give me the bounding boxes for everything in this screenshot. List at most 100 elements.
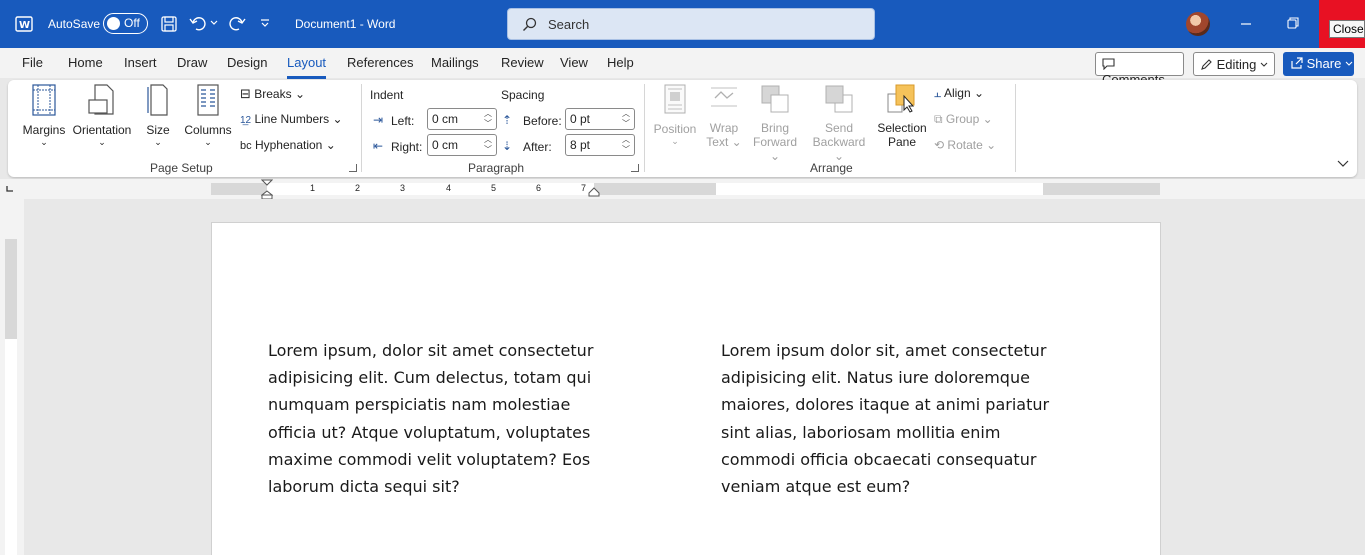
margins-label: Margins — [22, 123, 66, 137]
undo-dropdown-icon[interactable] — [210, 20, 218, 26]
chevron-down-icon — [1345, 61, 1353, 66]
hyphenation-button[interactable]: bc Hyphenation ⌄ — [240, 138, 336, 152]
tab-selector-icon[interactable] — [6, 185, 14, 193]
indent-right-value: 0 cm — [432, 138, 459, 152]
bring-forward-label-2: Forward — [752, 135, 797, 149]
undo-icon[interactable] — [188, 14, 208, 34]
align-button[interactable]: ⫠ Align ⌄ — [934, 86, 984, 101]
selection-pane-icon — [887, 84, 915, 113]
send-backward-label-2: Backward — [812, 135, 866, 149]
text-column-2[interactable]: Lorem ipsum dolor sit, amet consectetur … — [721, 337, 1051, 500]
ruler-margin-top — [5, 239, 17, 339]
ruler-number: 5 — [491, 183, 497, 193]
user-avatar[interactable] — [1186, 12, 1210, 36]
hyphenation-label: Hyphenation — [254, 138, 323, 152]
editing-mode-button[interactable]: Editing — [1193, 52, 1275, 76]
breaks-button[interactable]: ⊟ Breaks ⌄ — [240, 86, 305, 102]
spinner-icon[interactable]: ︿ ﹀ — [622, 135, 630, 155]
redo-icon[interactable] — [227, 14, 247, 34]
indent-right-input[interactable]: 0 cm ︿ ﹀ — [427, 134, 497, 156]
save-icon[interactable] — [160, 15, 178, 33]
tab-help[interactable]: Help — [607, 55, 634, 70]
title-bar: W AutoSave Off Document1 - Word Search C… — [0, 0, 1365, 48]
bring-forward-button[interactable]: Bring Forward ⌄ — [748, 84, 802, 163]
indent-left-value: 0 cm — [432, 112, 459, 126]
separator — [361, 84, 362, 172]
send-backward-icon — [825, 85, 853, 113]
tab-draw[interactable]: Draw — [177, 55, 207, 70]
paragraph-launcher-icon[interactable] — [631, 164, 639, 172]
separator — [644, 84, 645, 172]
collapse-ribbon-icon[interactable] — [1337, 160, 1349, 168]
ruler-margin-right — [1043, 183, 1160, 195]
size-label: Size — [146, 123, 170, 137]
editing-label: Editing — [1216, 57, 1257, 72]
customize-toolbar-icon[interactable] — [260, 19, 270, 27]
spacing-before-input[interactable]: 0 pt ︿ ﹀ — [565, 108, 635, 130]
columns-button[interactable]: Columns ⌄ — [180, 84, 236, 156]
ruler-text-area — [5, 339, 17, 555]
ruler-margin-left — [211, 183, 267, 195]
send-backward-button[interactable]: Send Backward ⌄ — [806, 84, 872, 163]
horizontal-ruler[interactable]: 1 2 3 4 5 6 7 — [0, 179, 1365, 199]
tab-insert[interactable]: Insert — [124, 55, 157, 70]
margins-icon — [32, 84, 56, 116]
right-indent-marker-icon[interactable] — [588, 187, 600, 197]
rotate-icon: ⟲ — [934, 138, 945, 152]
spinner-icon[interactable]: ︿ ﹀ — [622, 109, 630, 129]
spacing-after-label: After: — [523, 140, 552, 154]
vertical-ruler[interactable] — [0, 199, 24, 555]
orientation-icon — [88, 84, 114, 115]
tab-references[interactable]: References — [347, 55, 413, 70]
document-title: Document1 - Word — [295, 17, 396, 31]
ribbon-layout: Margins ⌄ Orientation ⌄ Size ⌄ Columns ⌄… — [8, 80, 1357, 177]
spacing-after-icon: ⇣ — [502, 139, 513, 153]
chevron-down-icon — [1260, 62, 1268, 67]
rotate-button[interactable]: ⟲ Rotate ⌄ — [934, 138, 996, 152]
orientation-button[interactable]: Orientation ⌄ — [70, 84, 134, 156]
indent-marker-icon[interactable] — [261, 179, 273, 199]
size-button[interactable]: Size ⌄ — [138, 84, 178, 156]
line-numbers-button[interactable]: 1̲2 Line Numbers ⌄ — [240, 112, 343, 126]
tab-review[interactable]: Review — [501, 55, 544, 70]
spinner-icon[interactable]: ︿ ﹀ — [484, 109, 492, 129]
group-icon: ⧉ — [934, 112, 943, 126]
wrap-text-label-1: Wrap — [709, 121, 739, 135]
wrap-text-button[interactable]: Wrap Text ⌄ — [702, 84, 746, 149]
hyphenation-icon: bc — [240, 140, 252, 152]
indent-right-label: Right: — [391, 140, 423, 154]
search-box[interactable]: Search — [507, 8, 875, 40]
autosave-label: AutoSave — [48, 17, 101, 31]
group-button[interactable]: ⧉ Group ⌄ — [934, 112, 993, 127]
spacing-after-input[interactable]: 8 pt ︿ ﹀ — [565, 134, 635, 156]
indent-left-input[interactable]: 0 cm ︿ ﹀ — [427, 108, 497, 130]
comments-button[interactable]: Comments — [1095, 52, 1184, 87]
autosave-toggle[interactable]: Off — [103, 13, 148, 34]
tab-layout[interactable]: Layout — [287, 55, 327, 79]
position-button[interactable]: Position ⌄ — [650, 84, 700, 147]
selection-pane-button[interactable]: Selection Pane — [874, 84, 930, 149]
document-page[interactable]: Lorem ipsum, dolor sit amet consectetur … — [211, 222, 1161, 555]
restore-icon[interactable] — [1287, 17, 1299, 29]
text-column-1[interactable]: Lorem ipsum, dolor sit amet consectetur … — [268, 337, 598, 500]
arrange-group-label: Arrange — [810, 161, 853, 175]
ruler-column-1 — [267, 183, 594, 195]
spinner-icon[interactable]: ︿ ﹀ — [484, 135, 492, 155]
ruler-column-gap — [594, 183, 716, 195]
share-button[interactable]: Share — [1283, 52, 1354, 76]
margins-button[interactable]: Margins ⌄ — [18, 84, 70, 156]
minimize-icon[interactable] — [1240, 20, 1252, 28]
svg-text:W: W — [19, 20, 30, 31]
share-label: Share — [1306, 56, 1342, 71]
tab-view[interactable]: View — [560, 55, 588, 70]
ruler-number: 6 — [536, 183, 542, 193]
tab-mailings[interactable]: Mailings — [431, 55, 479, 70]
share-icon — [1291, 57, 1303, 69]
page-setup-launcher-icon[interactable] — [349, 164, 357, 172]
line-numbers-label: Line Numbers — [254, 112, 330, 126]
bring-forward-label-1: Bring — [760, 121, 789, 135]
tab-file[interactable]: File — [22, 55, 43, 70]
tab-design[interactable]: Design — [227, 55, 267, 70]
tab-home[interactable]: Home — [68, 55, 103, 70]
align-icon: ⫠ — [934, 86, 942, 100]
